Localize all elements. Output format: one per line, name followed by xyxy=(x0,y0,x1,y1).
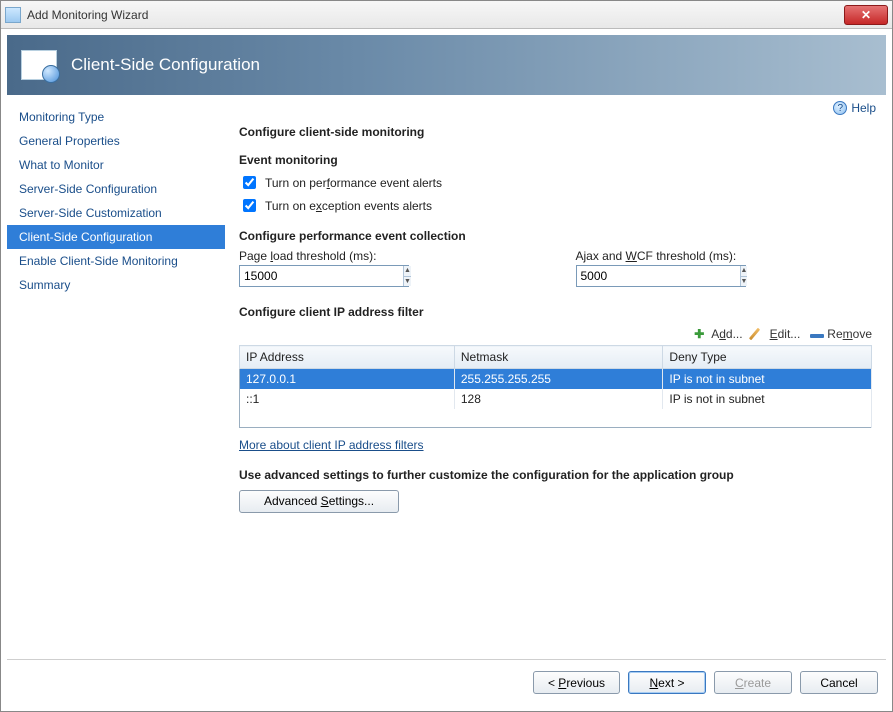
close-button[interactable]: ✕ xyxy=(844,5,888,25)
add-button[interactable]: ✚ Add... xyxy=(694,327,742,341)
event-monitoring-title: Event monitoring xyxy=(239,153,872,167)
sidebar-item-server-side-customization[interactable]: Server-Side Customization xyxy=(7,201,225,225)
table-row[interactable]: 127.0.0.1 255.255.255.255 IP is not in s… xyxy=(240,369,872,390)
pencil-icon xyxy=(753,327,767,341)
sidebar-item-server-side-configuration[interactable]: Server-Side Configuration xyxy=(7,177,225,201)
create-button: Create xyxy=(714,671,792,694)
ajax-wcf-spinner: ▲ ▼ xyxy=(576,265,746,287)
sidebar-item-client-side-configuration[interactable]: Client-Side Configuration xyxy=(7,225,225,249)
page-load-spinner: ▲ ▼ xyxy=(239,265,409,287)
exception-alerts-label[interactable]: Turn on exception events alerts xyxy=(265,199,432,213)
content-pane: ? Help Configure client-side monitoring … xyxy=(225,95,886,659)
page-load-spin-down[interactable]: ▼ xyxy=(404,277,411,287)
next-button[interactable]: Next > xyxy=(628,671,706,694)
advanced-hint: Use advanced settings to further customi… xyxy=(239,468,872,482)
edit-button[interactable]: Edit... xyxy=(753,327,801,341)
footer: < Previous Next > Create Cancel xyxy=(7,659,886,705)
advanced-settings-button[interactable]: Advanced Settings... xyxy=(239,490,399,513)
page-load-input[interactable] xyxy=(240,266,403,286)
sidebar-item-monitoring-type[interactable]: Monitoring Type xyxy=(7,105,225,129)
configure-title: Configure client-side monitoring xyxy=(239,125,872,139)
banner-title: Client-Side Configuration xyxy=(71,55,260,75)
cell-mask: 128 xyxy=(454,389,663,409)
page-load-spin-up[interactable]: ▲ xyxy=(404,266,411,277)
page-load-field: Page load threshold (ms): ▲ ▼ xyxy=(239,249,536,287)
ip-filter-title: Configure client IP address filter xyxy=(239,305,872,319)
col-netmask[interactable]: Netmask xyxy=(454,346,663,369)
table-row[interactable]: ::1 128 IP is not in subnet xyxy=(240,389,872,409)
plus-icon: ✚ xyxy=(694,327,708,341)
cell-deny: IP is not in subnet xyxy=(663,369,872,390)
exception-alerts-checkbox[interactable] xyxy=(243,199,256,212)
more-about-ip-filters-link[interactable]: More about client IP address filters xyxy=(239,438,424,452)
page-load-label: Page load threshold (ms): xyxy=(239,249,536,263)
cell-ip: 127.0.0.1 xyxy=(240,369,455,390)
ajax-wcf-field: Ajax and WCF threshold (ms): ▲ ▼ xyxy=(576,249,873,287)
ip-filter-toolbar: ✚ Add... Edit... Remove xyxy=(239,327,872,341)
ajax-wcf-spin-down[interactable]: ▼ xyxy=(741,277,748,287)
table-empty-row xyxy=(240,409,872,427)
cancel-button[interactable]: Cancel xyxy=(800,671,878,694)
close-icon: ✕ xyxy=(861,8,871,22)
perf-alerts-label[interactable]: Turn on performance event alerts xyxy=(265,176,442,190)
window-title: Add Monitoring Wizard xyxy=(27,8,148,22)
ajax-wcf-spin-up[interactable]: ▲ xyxy=(741,266,748,277)
remove-button[interactable]: Remove xyxy=(810,327,872,341)
help-label: Help xyxy=(851,101,876,115)
wizard-window: Add Monitoring Wizard ✕ Client-Side Conf… xyxy=(0,0,893,712)
ajax-wcf-label: Ajax and WCF threshold (ms): xyxy=(576,249,873,263)
grid-header-row: IP Address Netmask Deny Type xyxy=(240,346,872,369)
perf-collection-title: Configure performance event collection xyxy=(239,229,872,243)
sidebar-item-what-to-monitor[interactable]: What to Monitor xyxy=(7,153,225,177)
exception-alerts-row: Turn on exception events alerts xyxy=(239,196,872,215)
window-icon xyxy=(5,7,21,23)
cell-mask: 255.255.255.255 xyxy=(454,369,663,390)
previous-button[interactable]: < Previous xyxy=(533,671,620,694)
banner-icon xyxy=(21,50,57,80)
ip-filter-grid[interactable]: IP Address Netmask Deny Type 127.0.0.1 2… xyxy=(239,345,872,428)
minus-icon xyxy=(810,327,824,341)
ajax-wcf-input[interactable] xyxy=(577,266,740,286)
perf-alerts-row: Turn on performance event alerts xyxy=(239,173,872,192)
col-deny[interactable]: Deny Type xyxy=(663,346,872,369)
header-banner: Client-Side Configuration xyxy=(7,35,886,95)
sidebar-item-general-properties[interactable]: General Properties xyxy=(7,129,225,153)
perf-alerts-checkbox[interactable] xyxy=(243,176,256,189)
cell-deny: IP is not in subnet xyxy=(663,389,872,409)
cell-ip: ::1 xyxy=(240,389,455,409)
sidebar-item-summary[interactable]: Summary xyxy=(7,273,225,297)
help-icon: ? xyxy=(833,101,847,115)
sidebar-item-enable-client-side-monitoring[interactable]: Enable Client-Side Monitoring xyxy=(7,249,225,273)
help-link[interactable]: ? Help xyxy=(833,101,876,115)
col-ip[interactable]: IP Address xyxy=(240,346,455,369)
titlebar: Add Monitoring Wizard ✕ xyxy=(1,1,892,29)
sidebar: Monitoring Type General Properties What … xyxy=(7,95,225,659)
